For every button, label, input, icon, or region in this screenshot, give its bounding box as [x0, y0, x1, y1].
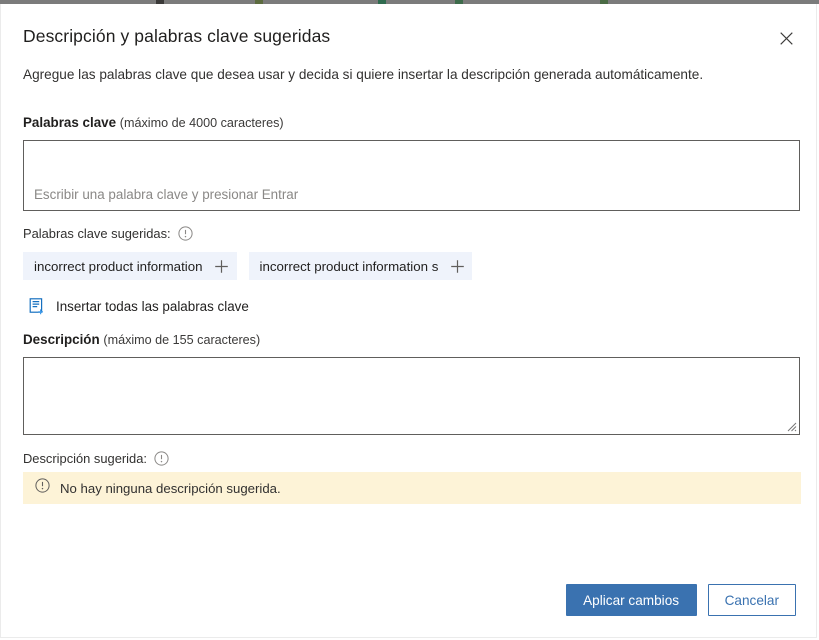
- keyword-chip-label: incorrect product information: [34, 258, 203, 274]
- close-button[interactable]: [770, 22, 802, 54]
- description-label-text: Descripción: [23, 332, 100, 347]
- dialog-title: Descripción y palabras clave sugeridas: [23, 26, 331, 46]
- dialog-header: Descripción y palabras clave sugeridas: [1, 4, 816, 58]
- warning-icon: [35, 478, 50, 498]
- description-label-hint: (máximo de 155 caracteres): [103, 333, 261, 347]
- insert-list-icon: [29, 298, 46, 315]
- dialog-footer: Aplicar cambios Cancelar: [565, 584, 796, 616]
- keywords-label: Palabras clave (máximo de 4000 caractere…: [23, 115, 284, 130]
- banner-text: No hay ninguna descripción sugerida.: [60, 480, 281, 496]
- no-suggested-description-banner: No hay ninguna descripción sugerida.: [23, 472, 801, 504]
- close-icon: [779, 31, 793, 45]
- keywords-label-text: Palabras clave: [23, 115, 117, 130]
- suggested-keywords-dialog: Descripción y palabras clave sugeridas A…: [0, 4, 817, 638]
- plus-icon[interactable]: [442, 252, 472, 280]
- keywords-input[interactable]: [24, 141, 799, 210]
- apply-changes-button[interactable]: Aplicar cambios: [565, 584, 697, 616]
- keyword-chip[interactable]: incorrect product information s: [248, 252, 473, 280]
- info-icon[interactable]: [178, 226, 193, 241]
- suggested-keywords-label-text: Palabras clave sugeridas:: [23, 226, 171, 241]
- description-label: Descripción (máximo de 155 caracteres): [23, 332, 260, 347]
- info-icon[interactable]: [154, 451, 169, 466]
- keyword-chip-label: incorrect product information s: [259, 258, 439, 274]
- suggested-keywords-chips: incorrect product information incorrect …: [23, 252, 473, 280]
- suggested-description-label: Descripción sugerida:: [23, 451, 169, 466]
- keyword-chip[interactable]: incorrect product information: [23, 252, 237, 280]
- description-textarea[interactable]: [24, 358, 799, 434]
- description-input-box[interactable]: [23, 357, 800, 435]
- keywords-input-box[interactable]: Escribir una palabra clave y presionar E…: [23, 140, 800, 211]
- dialog-subtitle: Agregue las palabras clave que desea usa…: [23, 67, 704, 82]
- suggested-description-label-text: Descripción sugerida:: [23, 451, 147, 466]
- plus-icon[interactable]: [207, 252, 237, 280]
- keywords-label-hint: (máximo de 4000 caracteres): [119, 116, 284, 130]
- insert-all-keywords-button[interactable]: Insertar todas las palabras clave: [29, 298, 249, 315]
- insert-all-keywords-label: Insertar todas las palabras clave: [56, 299, 249, 314]
- cancel-button[interactable]: Cancelar: [707, 584, 796, 616]
- suggested-keywords-label: Palabras clave sugeridas:: [23, 226, 193, 241]
